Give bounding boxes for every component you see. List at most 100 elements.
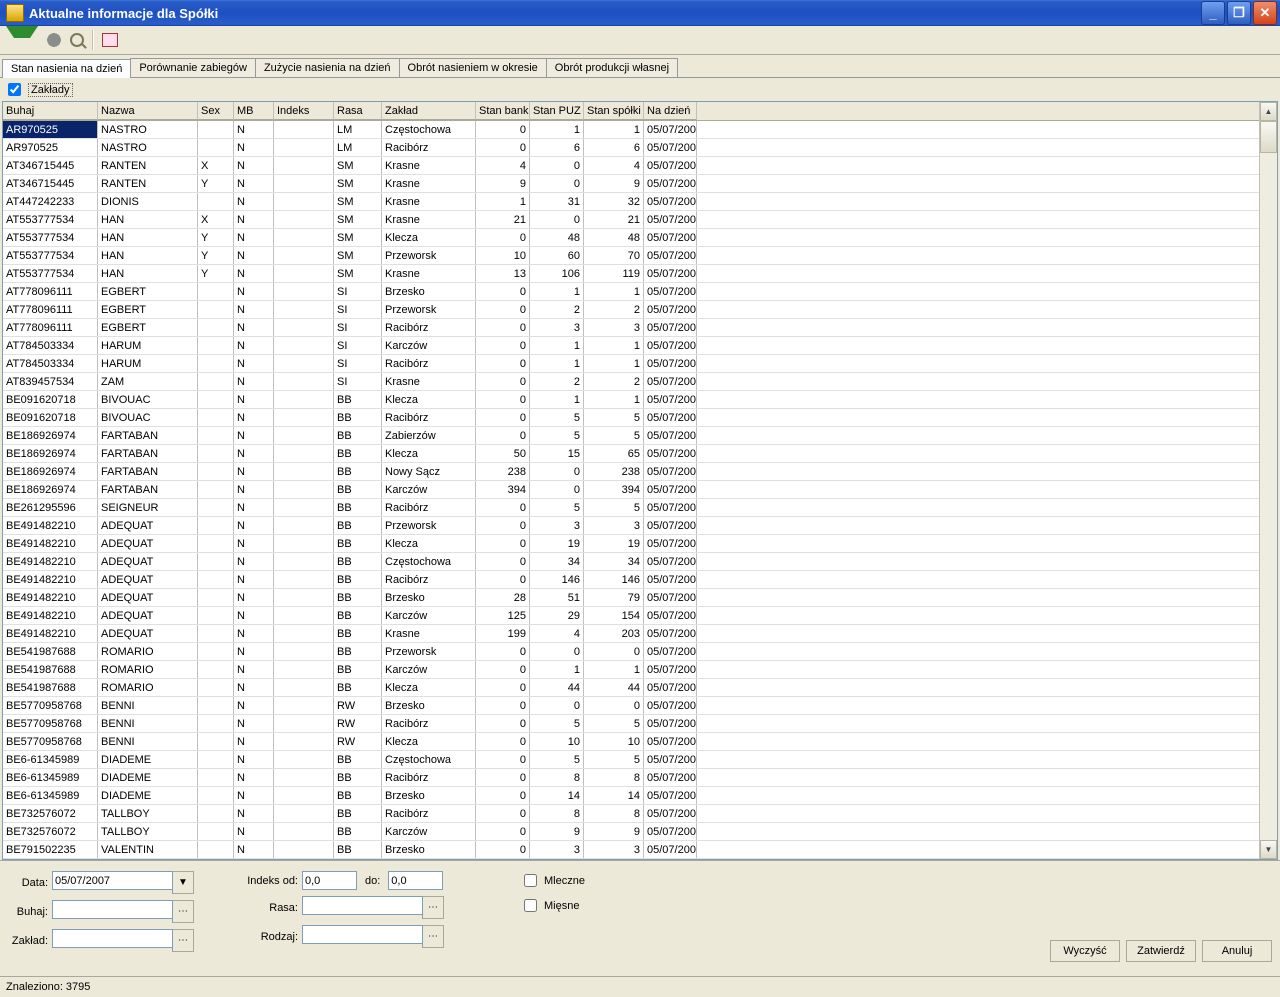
table-row[interactable]: BE186926974FARTABANNBBKlecza50156505/07/… [3,445,1259,463]
table-cell: 05/07/200 [644,589,697,606]
table-row[interactable]: BE541987688ROMARIONBBKarczów01105/07/200 [3,661,1259,679]
zaklady-checkbox[interactable] [8,83,21,96]
indeks-od-label: Indeks od: [240,875,298,887]
exit-icon[interactable] [102,33,118,47]
table-row[interactable]: BE541987688ROMARIONBBPrzeworsk00005/07/2… [3,643,1259,661]
table-row[interactable]: BE5770958768BENNINRWRacibórz05505/07/200 [3,715,1259,733]
vertical-scrollbar[interactable]: ▲ ▼ [1259,102,1277,859]
table-row[interactable]: BE491482210ADEQUATNBBCzęstochowa0343405/… [3,553,1259,571]
data-input[interactable] [52,871,172,890]
rodzaj-picker-button[interactable]: ⋯ [422,925,444,948]
rasa-input[interactable] [302,896,422,915]
column-header[interactable]: Buhaj [3,102,98,120]
zaklad-input[interactable] [52,929,172,948]
table-row[interactable]: BE091620718BIVOUACNBBRacibórz05505/07/20… [3,409,1259,427]
remove-filter-icon[interactable] [46,32,62,48]
scroll-track[interactable] [1260,121,1277,840]
miesne-checkbox[interactable] [524,899,537,912]
buhaj-combo[interactable]: ⋯ [52,900,194,923]
column-header[interactable]: Na dzień [644,102,697,120]
table-row[interactable]: AT839457534ZAMNSIKrasne02205/07/200 [3,373,1259,391]
table-row[interactable]: BE6-61345989DIADEMENBBCzęstochowa05505/0… [3,751,1259,769]
table-row[interactable]: AT778096111EGBERTNSIBrzesko01105/07/200 [3,283,1259,301]
column-header[interactable]: MB [234,102,274,120]
table-row[interactable]: BE091620718BIVOUACNBBKlecza01105/07/200 [3,391,1259,409]
table-row[interactable]: BE791502235VALENTINNBBBrzesko03305/07/20… [3,841,1259,859]
tab-4[interactable]: Obrót produkcji własnej [546,58,678,77]
tab-1[interactable]: Porównanie zabiegów [130,58,256,77]
table-row[interactable]: AT346715445RANTENXNSMKrasne40405/07/200 [3,157,1259,175]
tab-0[interactable]: Stan nasienia na dzień [2,59,131,78]
table-row[interactable]: AT778096111EGBERTNSIRacibórz03305/07/200 [3,319,1259,337]
table-row[interactable]: BE186926974FARTABANNBBNowy Sącz238023805… [3,463,1259,481]
zatwierdz-button[interactable]: Zatwierdź [1126,940,1196,962]
table-row[interactable]: BE732576072TALLBOYNBBRacibórz08805/07/20… [3,805,1259,823]
column-header[interactable]: Stan bank [476,102,530,120]
buhaj-input[interactable] [52,900,172,919]
zaklad-picker-button[interactable]: ⋯ [172,929,194,952]
filter-icon[interactable] [6,26,38,54]
buhaj-picker-button[interactable]: ⋯ [172,900,194,923]
table-cell: 05/07/200 [644,517,697,534]
table-row[interactable]: BE261295596SEIGNEURNBBRacibórz05505/07/2… [3,499,1259,517]
table-row[interactable]: AR970525NASTRONLMRacibórz06605/07/200 [3,139,1259,157]
table-row[interactable]: BE5770958768BENNINRWKlecza0101005/07/200 [3,733,1259,751]
table-row[interactable]: AT553777534HANYNSMPrzeworsk10607005/07/2… [3,247,1259,265]
column-header[interactable]: Nazwa [98,102,198,120]
column-header[interactable]: Zakład [382,102,476,120]
data-grid[interactable]: BuhajNazwaSexMBIndeksRasaZakładStan bank… [3,102,1259,859]
column-header[interactable]: Indeks [274,102,334,120]
data-dropdown-button[interactable]: ▼ [172,871,194,894]
table-row[interactable]: AT553777534HANYNSMKrasne1310611905/07/20… [3,265,1259,283]
wyczysc-button[interactable]: Wyczyść [1050,940,1120,962]
indeks-od-input[interactable] [302,871,357,890]
tab-3[interactable]: Obrót nasieniem w okresie [399,58,547,77]
column-header[interactable]: Sex [198,102,234,120]
table-row[interactable]: BE6-61345989DIADEMENBBRacibórz08805/07/2… [3,769,1259,787]
column-header[interactable]: Stan PUZ [530,102,584,120]
data-combo[interactable]: ▼ [52,871,194,894]
rasa-combo[interactable]: ⋯ [302,896,444,919]
rodzaj-combo[interactable]: ⋯ [302,925,444,948]
mleczne-checkbox[interactable] [524,874,537,887]
table-row[interactable]: BE491482210ADEQUATNBBKlecza0191905/07/20… [3,535,1259,553]
table-row[interactable]: BE491482210ADEQUATNBBBrzesko28517905/07/… [3,589,1259,607]
table-row[interactable]: AT784503334HARUMNSIKarczów01105/07/200 [3,337,1259,355]
zaklady-label[interactable]: Zakłady [28,83,73,97]
table-row[interactable]: AT553777534HANXNSMKrasne2102105/07/200 [3,211,1259,229]
scroll-thumb[interactable] [1260,121,1277,153]
search-icon[interactable] [70,33,84,47]
table-row[interactable]: AR970525NASTRONLMCzęstochowa01105/07/200 [3,121,1259,139]
anuluj-button[interactable]: Anuluj [1202,940,1272,962]
table-cell [274,823,334,840]
table-row[interactable]: BE6-61345989DIADEMENBBBrzesko0141405/07/… [3,787,1259,805]
scroll-down-button[interactable]: ▼ [1260,840,1277,859]
column-header[interactable]: Rasa [334,102,382,120]
table-row[interactable]: AT784503334HARUMNSIRacibórz01105/07/200 [3,355,1259,373]
rasa-picker-button[interactable]: ⋯ [422,896,444,919]
do-input[interactable] [388,871,443,890]
table-row[interactable]: BE732576072TALLBOYNBBKarczów09905/07/200 [3,823,1259,841]
scroll-up-button[interactable]: ▲ [1260,102,1277,121]
close-button[interactable]: ✕ [1253,1,1277,25]
rodzaj-input[interactable] [302,925,422,944]
table-row[interactable]: AT346715445RANTENYNSMKrasne90905/07/200 [3,175,1259,193]
tab-2[interactable]: Zużycie nasienia na dzień [255,58,400,77]
table-cell [198,391,234,408]
table-row[interactable]: BE491482210ADEQUATNBBKarczów1252915405/0… [3,607,1259,625]
table-row[interactable]: BE186926974FARTABANNBBZabierzów05505/07/… [3,427,1259,445]
table-row[interactable]: AT447242233DIONISNSMKrasne1313205/07/200 [3,193,1259,211]
table-row[interactable]: BE541987688ROMARIONBBKlecza0444405/07/20… [3,679,1259,697]
table-row[interactable]: AT553777534HANYNSMKlecza0484805/07/200 [3,229,1259,247]
minimize-button[interactable]: _ [1201,1,1225,25]
column-header[interactable]: Stan spółki [584,102,644,120]
table-row[interactable]: BE491482210ADEQUATNBBPrzeworsk03305/07/2… [3,517,1259,535]
table-row[interactable]: BE5770958768BENNINRWBrzesko00005/07/200 [3,697,1259,715]
table-cell: BB [334,661,382,678]
maximize-button[interactable]: ❐ [1227,1,1251,25]
table-row[interactable]: BE491482210ADEQUATNBBKrasne199420305/07/… [3,625,1259,643]
table-row[interactable]: BE186926974FARTABANNBBKarczów394039405/0… [3,481,1259,499]
table-row[interactable]: BE491482210ADEQUATNBBRacibórz014614605/0… [3,571,1259,589]
zaklad-combo[interactable]: ⋯ [52,929,194,952]
table-row[interactable]: AT778096111EGBERTNSIPrzeworsk02205/07/20… [3,301,1259,319]
